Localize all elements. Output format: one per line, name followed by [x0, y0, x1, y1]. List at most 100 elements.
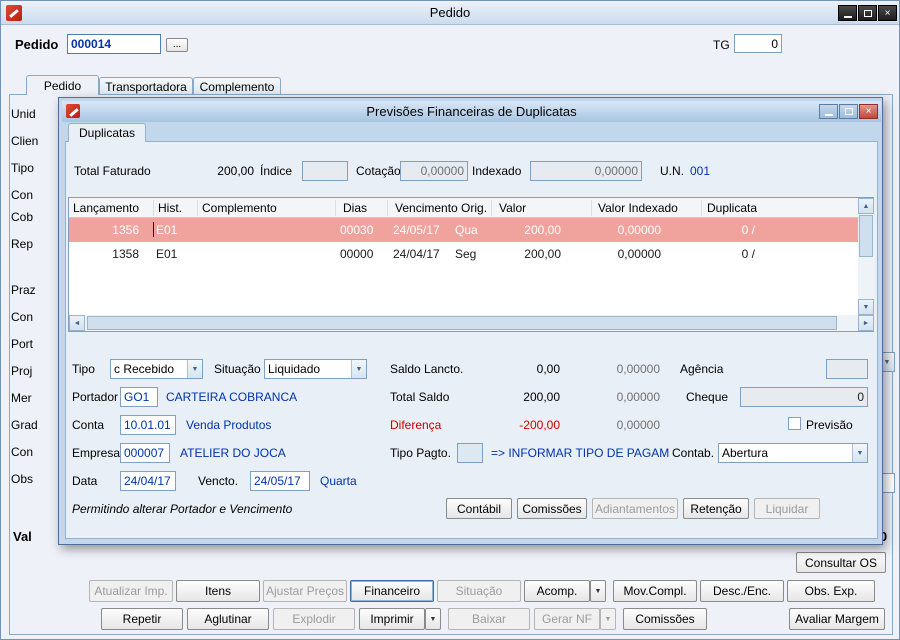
comissoes-button[interactable]: Comissões — [517, 498, 587, 519]
col-vencimento-orig: Vencimento Orig. — [395, 201, 487, 215]
tab-pedido[interactable]: Pedido — [26, 75, 99, 95]
ajustar-precos-button[interactable]: Ajustar Preços — [263, 580, 347, 602]
field-label-projeto: Proj — [11, 364, 32, 378]
field-label-contato: Con — [11, 445, 33, 459]
acomp-dropdown-button[interactable]: ▼ — [590, 580, 606, 602]
dialog-maximize-button[interactable] — [839, 104, 858, 119]
gerar-nf-dropdown-button[interactable]: ▼ — [600, 608, 616, 630]
saldo-lancto-value: 0,00 — [479, 362, 560, 376]
status-note: Permitindo alterar Portador e Vencimento — [72, 502, 292, 516]
col-complemento: Complemento — [202, 201, 277, 215]
table-row[interactable]: 1356 E01 00030 24/05/17 Qua 200,00 0,000… — [69, 218, 858, 242]
tipo-pagto-input[interactable] — [457, 443, 483, 463]
indice-input[interactable] — [302, 161, 348, 181]
field-label-mercado: Mer — [11, 391, 32, 405]
scroll-right-button[interactable]: ► — [858, 315, 874, 331]
financeiro-button[interactable]: Financeiro — [350, 580, 434, 602]
gerar-nf-button[interactable]: Gerar NF — [534, 608, 600, 630]
tab-duplicatas[interactable]: Duplicatas — [68, 123, 146, 142]
cheque-input[interactable]: 0 — [740, 387, 868, 407]
minimize-button[interactable] — [838, 5, 857, 21]
window-title: Pedido — [1, 2, 899, 24]
contab-combo[interactable]: Abertura ▼ — [718, 443, 868, 463]
un-label: U.N. — [660, 164, 684, 178]
tipo-combo[interactable]: c Recebido ▼ — [110, 359, 203, 379]
main-titlebar: Pedido × — [1, 1, 899, 25]
baixar-button[interactable]: Baixar — [448, 608, 530, 630]
vertical-scrollbar-thumb[interactable] — [859, 215, 873, 257]
repetir-button[interactable]: Repetir — [101, 608, 183, 630]
situacao-button[interactable]: Situação — [437, 580, 521, 602]
tg-input[interactable]: 0 — [734, 34, 782, 53]
situacao-label: Situação — [214, 362, 261, 376]
liquidar-button[interactable]: Liquidar — [754, 498, 820, 519]
saldo-lancto-indexado: 0,00000 — [579, 362, 660, 376]
aglutinar-button[interactable]: Aglutinar — [187, 608, 269, 630]
empresa-label: Empresa — [72, 446, 120, 460]
data-input[interactable]: 24/04/17 — [120, 471, 176, 491]
acomp-button[interactable]: Acomp. — [524, 580, 590, 602]
agencia-input[interactable] — [826, 359, 868, 379]
cell-valor: 200,00 — [480, 242, 561, 266]
total-faturado-value: 200,00 — [154, 164, 254, 178]
cell-valor-indexado: 0,00000 — [580, 218, 661, 242]
dialog-title: Previsões Financeiras de Duplicatas — [62, 101, 881, 122]
dialog-close-button[interactable]: × — [859, 104, 878, 119]
field-label-representante: Rep — [11, 237, 33, 251]
conta-descricao: Venda Produtos — [186, 418, 271, 432]
field-label-portador: Port — [11, 337, 33, 351]
imprimir-button[interactable]: Imprimir — [359, 608, 425, 630]
dialog-minimize-button[interactable] — [819, 104, 838, 119]
horizontal-scrollbar-thumb[interactable] — [87, 316, 837, 330]
previsao-label: Previsão — [806, 418, 853, 432]
explodir-button[interactable]: Explodir — [273, 608, 355, 630]
consultar-os-button[interactable]: Consultar OS — [796, 552, 886, 573]
cell-dias: 00030 — [340, 218, 385, 242]
avaliar-margem-button[interactable]: Avaliar Margem — [789, 608, 885, 630]
cotacao-input[interactable]: 0,00000 — [400, 161, 468, 181]
imprimir-dropdown-button[interactable]: ▼ — [425, 608, 441, 630]
cell-hist: E01 — [156, 242, 196, 266]
itens-button[interactable]: Itens — [176, 580, 260, 602]
portador-descricao: CARTEIRA COBRANCA — [166, 390, 297, 404]
scroll-left-button[interactable]: ◄ — [69, 315, 85, 331]
situacao-combo[interactable]: Liquidado ▼ — [264, 359, 367, 379]
portador-label: Portador — [72, 390, 118, 404]
conta-input[interactable]: 10.01.01 — [120, 415, 176, 435]
indexado-input[interactable]: 0,00000 — [530, 161, 642, 181]
chevron-down-icon: ▼ — [187, 360, 202, 378]
scroll-down-button[interactable]: ▼ — [858, 299, 874, 315]
maximize-icon — [845, 108, 853, 115]
cell-vencimento: 24/05/17 — [393, 218, 451, 242]
cell-lancamento: 1358 — [69, 242, 139, 266]
vencto-input[interactable]: 24/05/17 — [250, 471, 310, 491]
conta-label: Conta — [72, 418, 104, 432]
empresa-input[interactable]: 000007 — [120, 443, 170, 463]
retencao-button[interactable]: Retenção — [683, 498, 749, 519]
close-icon: × — [866, 106, 872, 117]
cell-duplicata: 0 / — [690, 242, 755, 266]
pedido-lookup-button[interactable]: ... — [166, 38, 188, 52]
table-row[interactable]: 1358 E01 00000 24/04/17 Seg 200,00 0,000… — [69, 242, 858, 266]
duplicatas-table: Lançamento Hist. Complemento Dias Vencim… — [68, 197, 874, 332]
tab-transportadora[interactable]: Transportadora — [99, 77, 193, 95]
agencia-label: Agência — [680, 362, 723, 376]
atualizar-imp-button[interactable]: Atualizar Imp. — [89, 580, 173, 602]
comissoes-footer-button[interactable]: Comissões — [623, 608, 707, 630]
mov-compl-button[interactable]: Mov.Compl. — [613, 580, 697, 602]
previsao-checkbox[interactable] — [788, 417, 801, 430]
obs-exp-button[interactable]: Obs. Exp. — [787, 580, 875, 602]
pedido-input[interactable]: 000014 — [67, 34, 161, 54]
scroll-up-button[interactable]: ▲ — [858, 198, 874, 214]
maximize-button[interactable] — [858, 5, 877, 21]
contabil-button[interactable]: Contábil — [446, 498, 512, 519]
adiantamentos-button[interactable]: Adiantamentos — [592, 498, 678, 519]
portador-input[interactable]: GO1 — [120, 387, 158, 407]
col-valor-indexado: Valor Indexado — [598, 201, 678, 215]
chevron-down-icon: ▼ — [863, 304, 870, 311]
table-header: Lançamento Hist. Complemento Dias Vencim… — [69, 198, 858, 218]
close-button[interactable]: × — [878, 5, 897, 21]
minimize-icon — [844, 16, 852, 18]
desc-enc-button[interactable]: Desc./Enc. — [700, 580, 784, 602]
tab-complemento[interactable]: Complemento — [193, 77, 281, 95]
